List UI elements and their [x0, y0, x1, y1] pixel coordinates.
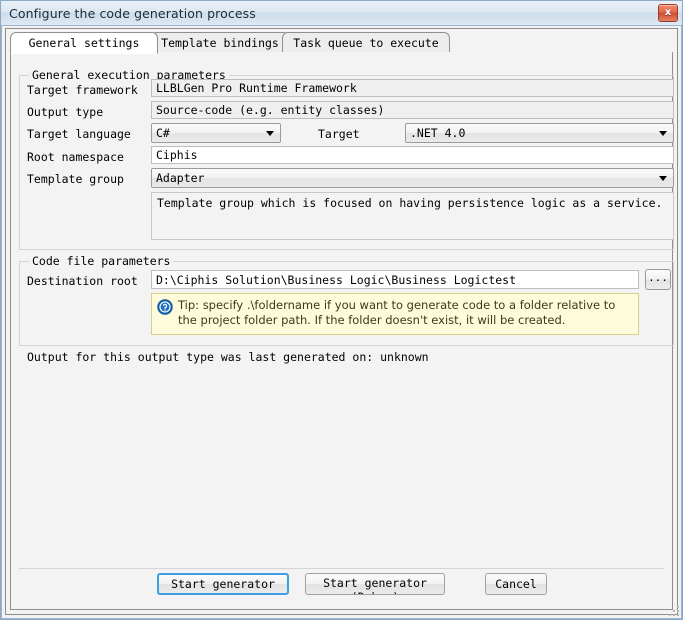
- footer-divider: [19, 568, 664, 569]
- tab-general-settings-label: General settings: [28, 36, 140, 50]
- label-root-namespace: Root namespace: [27, 150, 124, 164]
- title-bar[interactable]: Configure the code generation process x: [1, 1, 682, 26]
- combo-template-group[interactable]: Adapter: [151, 168, 674, 188]
- combo-target[interactable]: .NET 4.0: [405, 123, 674, 143]
- label-target-framework: Target framework: [27, 83, 138, 97]
- group-code-file-title: Code file parameters: [29, 254, 174, 268]
- client-area: General settings Template bindings Task …: [1, 26, 682, 619]
- dialog-window: Configure the code generation process x …: [0, 0, 683, 620]
- chevron-down-icon: [659, 176, 667, 181]
- combo-target-language[interactable]: C#: [151, 123, 281, 143]
- tab-template-bindings[interactable]: Template bindings: [150, 32, 290, 53]
- destination-tip-text: Tip: specify .\foldername if you want to…: [178, 298, 616, 327]
- template-group-description: Template group which is focused on havin…: [151, 192, 674, 240]
- close-button[interactable]: x: [658, 4, 678, 22]
- tab-template-bindings-label: Template bindings: [161, 36, 279, 50]
- combo-target-value: .NET 4.0: [410, 126, 466, 140]
- start-generator-debug-button[interactable]: Start generator (Debug): [305, 573, 445, 595]
- combo-template-group-value: Adapter: [156, 171, 205, 185]
- input-root-namespace[interactable]: Ciphis: [151, 146, 674, 164]
- input-destination-root[interactable]: D:\Ciphis Solution\Business Logic\Busine…: [151, 270, 639, 289]
- window-title: Configure the code generation process: [9, 5, 256, 21]
- label-target: Target: [318, 127, 360, 141]
- tab-strip: General settings Template bindings Task …: [10, 32, 673, 54]
- destination-tip-box: Tip: specify .\foldername if you want to…: [151, 293, 639, 335]
- last-generated-status: Output for this output type was last gen…: [27, 350, 429, 364]
- label-destination-root: Destination root: [27, 274, 138, 288]
- label-output-type: Output type: [27, 105, 104, 119]
- label-target-language: Target language: [27, 127, 131, 141]
- start-generator-normal-button[interactable]: Start generator (Normal): [157, 573, 289, 595]
- dialog-body: General settings Template bindings Task …: [5, 28, 678, 615]
- tab-task-queue[interactable]: Task queue to execute: [282, 32, 450, 53]
- tab-page-general-settings: General execution parameters Target fram…: [10, 52, 674, 610]
- combo-target-language-value: C#: [156, 126, 170, 140]
- chevron-down-icon: [659, 131, 667, 136]
- cancel-button[interactable]: Cancel: [485, 573, 547, 595]
- close-icon: x: [664, 7, 672, 18]
- chevron-down-icon: [266, 131, 274, 136]
- tab-task-queue-label: Task queue to execute: [293, 36, 439, 50]
- tab-general-settings[interactable]: General settings: [10, 32, 158, 54]
- field-target-framework: LLBLGen Pro Runtime Framework: [151, 79, 674, 97]
- field-output-type: Source-code (e.g. entity classes): [151, 101, 674, 119]
- label-template-group: Template group: [27, 172, 124, 186]
- info-circle-icon: [157, 299, 173, 315]
- browse-destination-button[interactable]: ...: [645, 269, 671, 290]
- resize-grip[interactable]: [666, 603, 679, 616]
